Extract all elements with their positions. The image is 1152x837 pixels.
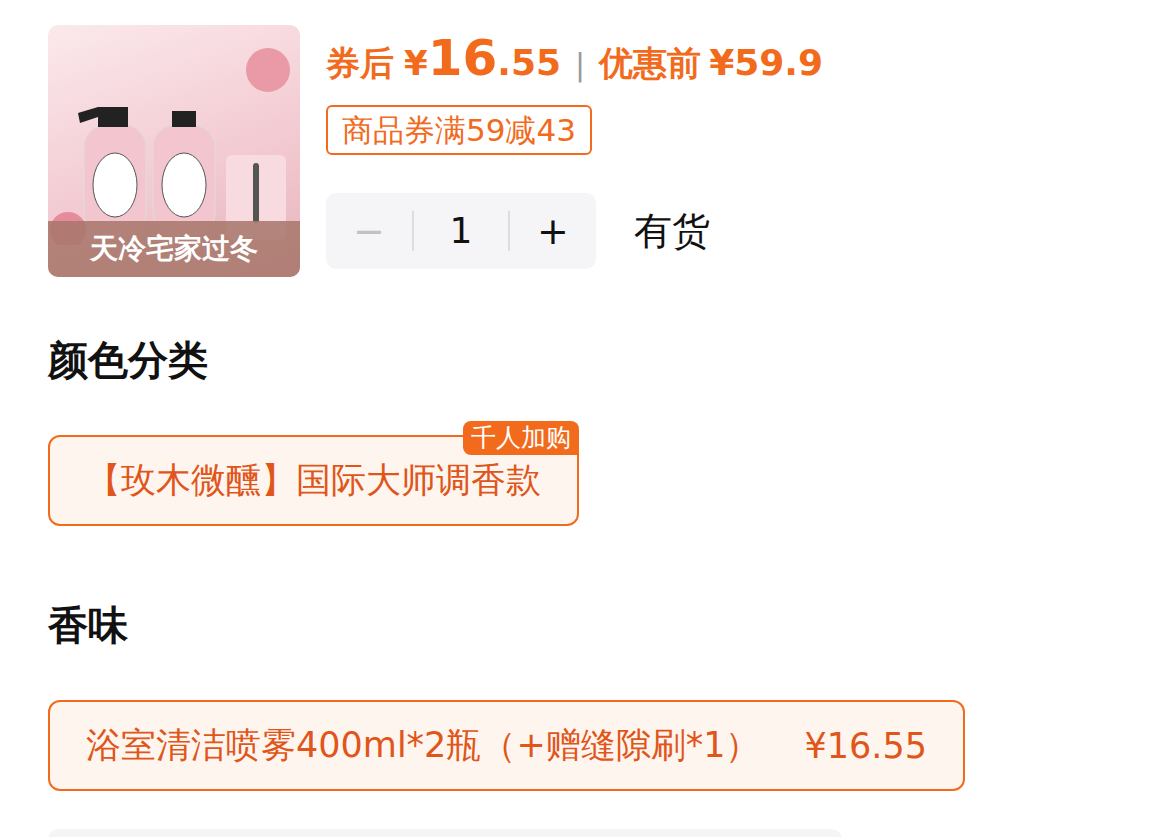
stock-status: 有货: [634, 206, 710, 257]
option-chip[interactable]: 【玫木微醺】国际大师调香款千人加购: [48, 435, 579, 526]
product-info: 券后¥16.55 | 优惠前¥59.9 商品券满59减43 −1+ 有货: [326, 25, 823, 277]
product-header: 天冷宅家过冬 券后¥16.55 | 优惠前¥59.9 商品券满59减43 −1+ 有货: [48, 25, 1152, 277]
price-currency: ¥: [404, 43, 428, 83]
option-label: 【玫木微醺】国际大师调香款: [86, 457, 541, 504]
option-chip[interactable]: 浴室清洁喷雾400ml*2瓶（+赠缝隙刷*1） ¥16.55: [48, 700, 965, 791]
product-image[interactable]: 天冷宅家过冬: [48, 25, 300, 277]
decrement-button[interactable]: −: [326, 209, 412, 253]
price-label: 券后: [326, 41, 394, 87]
option-list: 【玫木微醺】国际大师调香款千人加购: [48, 435, 1152, 526]
next-option-strip: [48, 829, 842, 837]
option-group: 颜色分类【玫木微醺】国际大师调香款千人加购: [48, 335, 1152, 526]
sku-panel: 天冷宅家过冬券后¥16.55|优惠前¥59.9商品券满59减43−1+有货颜色分…: [0, 0, 1152, 837]
option-group-title: 颜色分类: [48, 335, 1152, 385]
option-group-title: 香味: [48, 600, 1152, 650]
quantity-row: −1+ 有货: [326, 193, 823, 269]
price-decimal: .55: [497, 42, 561, 83]
price-line: 券后¥16.55 | 优惠前¥59.9: [326, 29, 823, 87]
option-list: 浴室清洁喷雾400ml*2瓶（+赠缝隙刷*1） ¥16.55: [48, 700, 1152, 791]
option-label: 浴室清洁喷雾400ml*2瓶（+赠缝隙刷*1）: [86, 722, 761, 769]
increment-button[interactable]: +: [510, 209, 596, 253]
image-banner: 天冷宅家过冬: [48, 221, 300, 277]
price-integer: 16: [428, 29, 498, 87]
option-price: ¥16.55: [805, 726, 927, 766]
original-price: ¥59.9: [709, 42, 823, 83]
coupon-tag: 商品券满59减43: [326, 105, 592, 155]
option-group: 香味浴室清洁喷雾400ml*2瓶（+赠缝隙刷*1） ¥16.55: [48, 600, 1152, 791]
price-divider: |: [575, 47, 585, 82]
quantity-value[interactable]: 1: [412, 211, 510, 251]
option-badge: 千人加购: [463, 421, 579, 455]
original-price-label: 优惠前: [599, 41, 701, 87]
product-bottles-icon: [48, 45, 298, 245]
quantity-stepper: −1+: [326, 193, 596, 269]
